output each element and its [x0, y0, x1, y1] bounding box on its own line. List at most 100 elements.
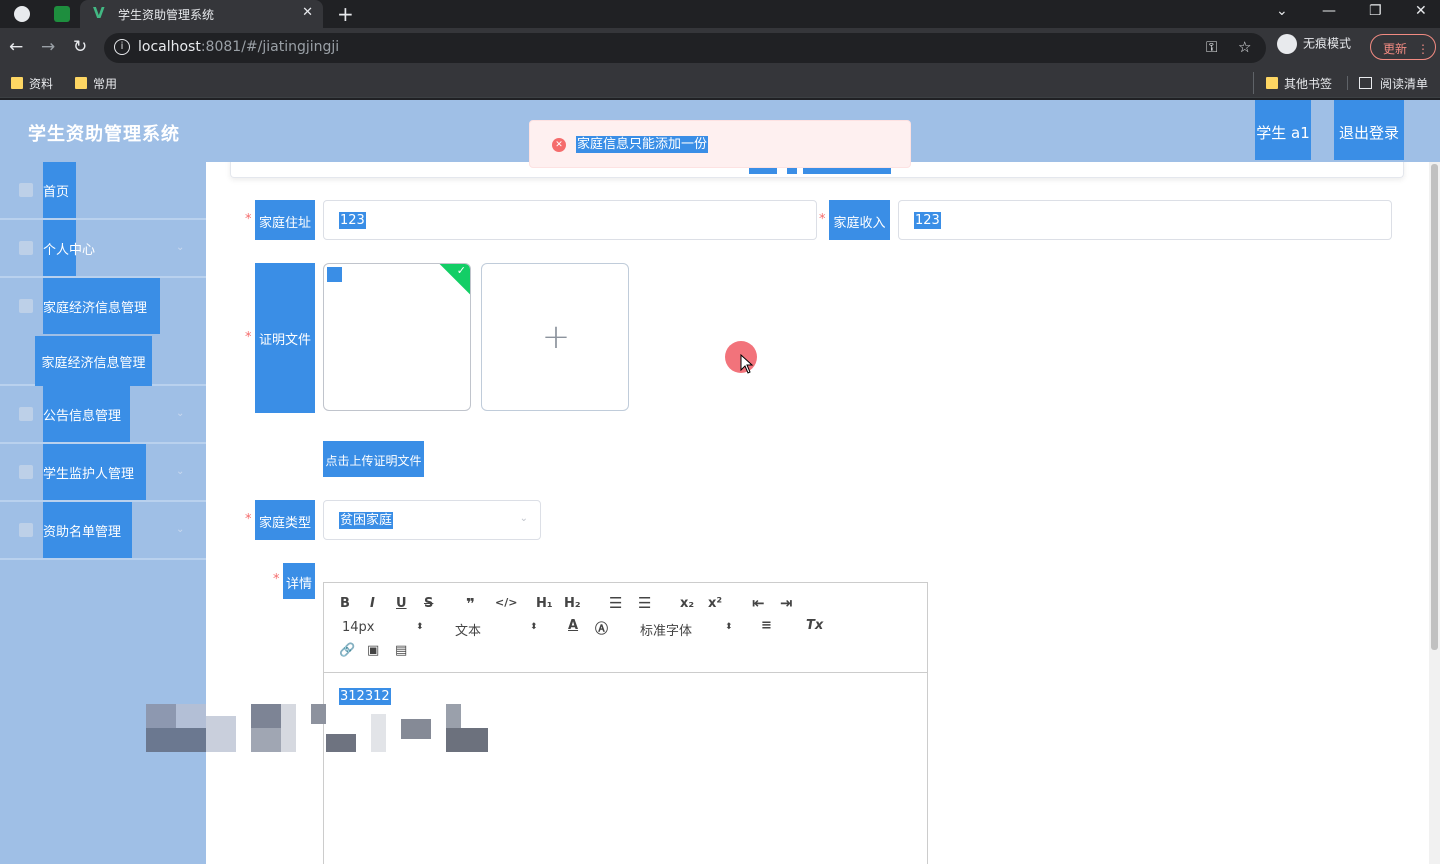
pinned-tab-icon[interactable] [54, 6, 70, 22]
submenu-item-family-economy[interactable]: 家庭经济信息管理 [0, 336, 206, 386]
underline-icon[interactable]: U [396, 596, 407, 611]
bookmark-folder-changyong[interactable]: 常用 [75, 75, 117, 92]
incognito-indicator[interactable]: 无痕模式 [1277, 34, 1351, 54]
more-menu-icon: ⋮ [1417, 42, 1430, 56]
key-icon[interactable]: ⚿ [1206, 38, 1217, 56]
font-size-picker[interactable]: 14px [342, 620, 375, 635]
forward-arrow-icon[interactable]: → [41, 37, 55, 57]
sidebar-item-guardians[interactable]: 学生监护人管理 ⌄ [0, 444, 206, 502]
family-type-value: 贫困家庭 [339, 512, 394, 529]
sidebar-item-aid-list[interactable]: 资助名单管理 ⌄ [0, 502, 206, 560]
bold-icon[interactable]: B [340, 596, 350, 611]
blockquote-icon[interactable]: ❞ [466, 595, 475, 613]
picker-arrow-icon: ⬍ [725, 622, 733, 632]
bookmarks-bar: 资料 常用 其他书签 阅读清单 [0, 68, 1440, 98]
vue-logo-icon: V [93, 4, 105, 22]
home-icon [19, 183, 33, 197]
sidebar-item-personal[interactable]: 个人中心 ⌄ [0, 220, 206, 278]
family-type-label: 家庭类型 [255, 500, 315, 540]
clear-format-icon[interactable]: Tx [806, 618, 823, 633]
block-type-picker[interactable]: 文本 [455, 620, 481, 639]
list-icon [19, 523, 33, 537]
strikethrough-icon[interactable]: S [424, 596, 433, 611]
sidebar-item-label: 学生监护人管理 [43, 444, 146, 500]
address-label: 家庭住址 [255, 200, 315, 240]
upload-success-badge [438, 264, 470, 296]
folder-icon [1266, 77, 1278, 89]
font-color-icon[interactable]: A [568, 618, 578, 633]
bookmark-star-icon[interactable]: ☆ [1238, 38, 1251, 56]
superscript-icon[interactable]: x² [708, 596, 722, 611]
reload-icon[interactable]: ↻ [73, 37, 87, 57]
incognito-icon [1277, 34, 1297, 54]
scrollbar-thumb[interactable] [1431, 164, 1438, 650]
image-icon[interactable]: ▣ [367, 643, 379, 658]
browser-globe-icon[interactable] [14, 6, 30, 22]
new-tab-button[interactable]: + [337, 2, 354, 26]
ordered-list-icon[interactable]: ☰ [609, 594, 622, 612]
other-bookmarks[interactable]: 其他书签 [1266, 75, 1332, 92]
uploaded-file-thumbnail[interactable]: ✓ [323, 263, 471, 411]
image-thumbnail-icon [327, 267, 342, 282]
back-arrow-icon[interactable]: ← [9, 37, 23, 57]
indent-icon[interactable]: ⇥ [780, 594, 793, 612]
address-bar[interactable]: i localhost:8081/#/jiatingjingji ⚿ ☆ [104, 33, 1266, 63]
link-icon[interactable]: 🔗 [339, 643, 355, 658]
logout-button[interactable]: 退出登录 [1334, 100, 1404, 160]
error-circle-icon: ✕ [552, 138, 566, 152]
background-color-icon[interactable]: Ⓐ [595, 618, 608, 637]
toast-message: 家庭信息只能添加一份 [576, 136, 709, 153]
sidebar-item-announcements[interactable]: 公告信息管理 ⌄ [0, 386, 206, 444]
tab-search-icon[interactable]: ⌄ [1276, 3, 1288, 19]
page-scrollbar[interactable] [1429, 162, 1440, 864]
sidebar-item-label: 资助名单管理 [43, 502, 132, 558]
update-button[interactable]: 更新 ⋮ [1370, 34, 1436, 60]
tab-close-icon[interactable]: ✕ [302, 5, 313, 20]
required-mark: * [245, 212, 252, 227]
picker-arrow-icon: ⬍ [530, 622, 538, 632]
upload-proof-button[interactable]: 点击上传证明文件 [323, 441, 424, 477]
required-mark: * [819, 212, 826, 227]
heading-1-icon[interactable]: H₁ [536, 596, 553, 611]
folder-icon [75, 77, 87, 89]
align-icon[interactable]: ≡ [761, 618, 772, 633]
add-file-box[interactable]: + [481, 263, 629, 411]
editor-content[interactable]: 312312 [339, 685, 391, 705]
window-close-icon[interactable]: ✕ [1415, 3, 1427, 19]
browser-tab-active[interactable]: V 学生资助管理系统 ✕ [80, 0, 323, 28]
folder-icon [11, 77, 23, 89]
bookmarks-divider [1253, 72, 1254, 94]
sidebar-item-label: 首页 [43, 162, 76, 218]
sidebar-item-home[interactable]: 首页 [0, 162, 206, 220]
address-input[interactable]: 123 [323, 200, 817, 240]
code-block-icon[interactable]: </> [495, 596, 517, 609]
sidebar-item-family-economy[interactable]: 家庭经济信息管理 家庭经济信息管理 [0, 278, 206, 386]
reading-list[interactable]: 阅读清单 [1359, 75, 1428, 92]
user-button[interactable]: 学生 a1 [1255, 100, 1311, 160]
family-type-select[interactable]: 贫困家庭 ⌄ [323, 500, 541, 540]
address-value: 123 [339, 212, 366, 229]
url-text[interactable]: localhost:8081/#/jiatingjingji [138, 39, 339, 55]
outdent-icon[interactable]: ⇤ [752, 594, 765, 612]
bullet-list-icon[interactable]: ☰ [638, 594, 651, 612]
heading-2-icon[interactable]: H₂ [564, 596, 581, 611]
detail-label: 详情 [283, 563, 315, 599]
user-icon [19, 241, 33, 255]
subscript-icon[interactable]: x₂ [680, 596, 694, 611]
font-family-picker[interactable]: 标准字体 [640, 620, 692, 639]
tab-title: 学生资助管理系统 [118, 8, 215, 22]
minimize-icon[interactable]: — [1322, 3, 1336, 19]
main-content: * 家庭住址 123 * 家庭收入 123 * 证明文件 ✓ + 点击上传证明文… [206, 162, 1429, 864]
income-input[interactable]: 123 [898, 200, 1392, 240]
bookmark-folder-ziliao[interactable]: 资料 [11, 75, 53, 92]
document-icon [19, 299, 33, 313]
check-icon: ✓ [456, 264, 466, 277]
site-info-icon[interactable]: i [114, 39, 130, 55]
restore-icon[interactable]: ❐ [1369, 3, 1382, 19]
redacted-region [146, 704, 488, 752]
income-label: 家庭收入 [829, 200, 890, 240]
required-mark: * [273, 572, 280, 587]
italic-icon[interactable]: I [370, 596, 375, 611]
video-icon[interactable]: ▤ [395, 643, 407, 658]
picker-arrow-icon: ⬍ [416, 622, 424, 632]
